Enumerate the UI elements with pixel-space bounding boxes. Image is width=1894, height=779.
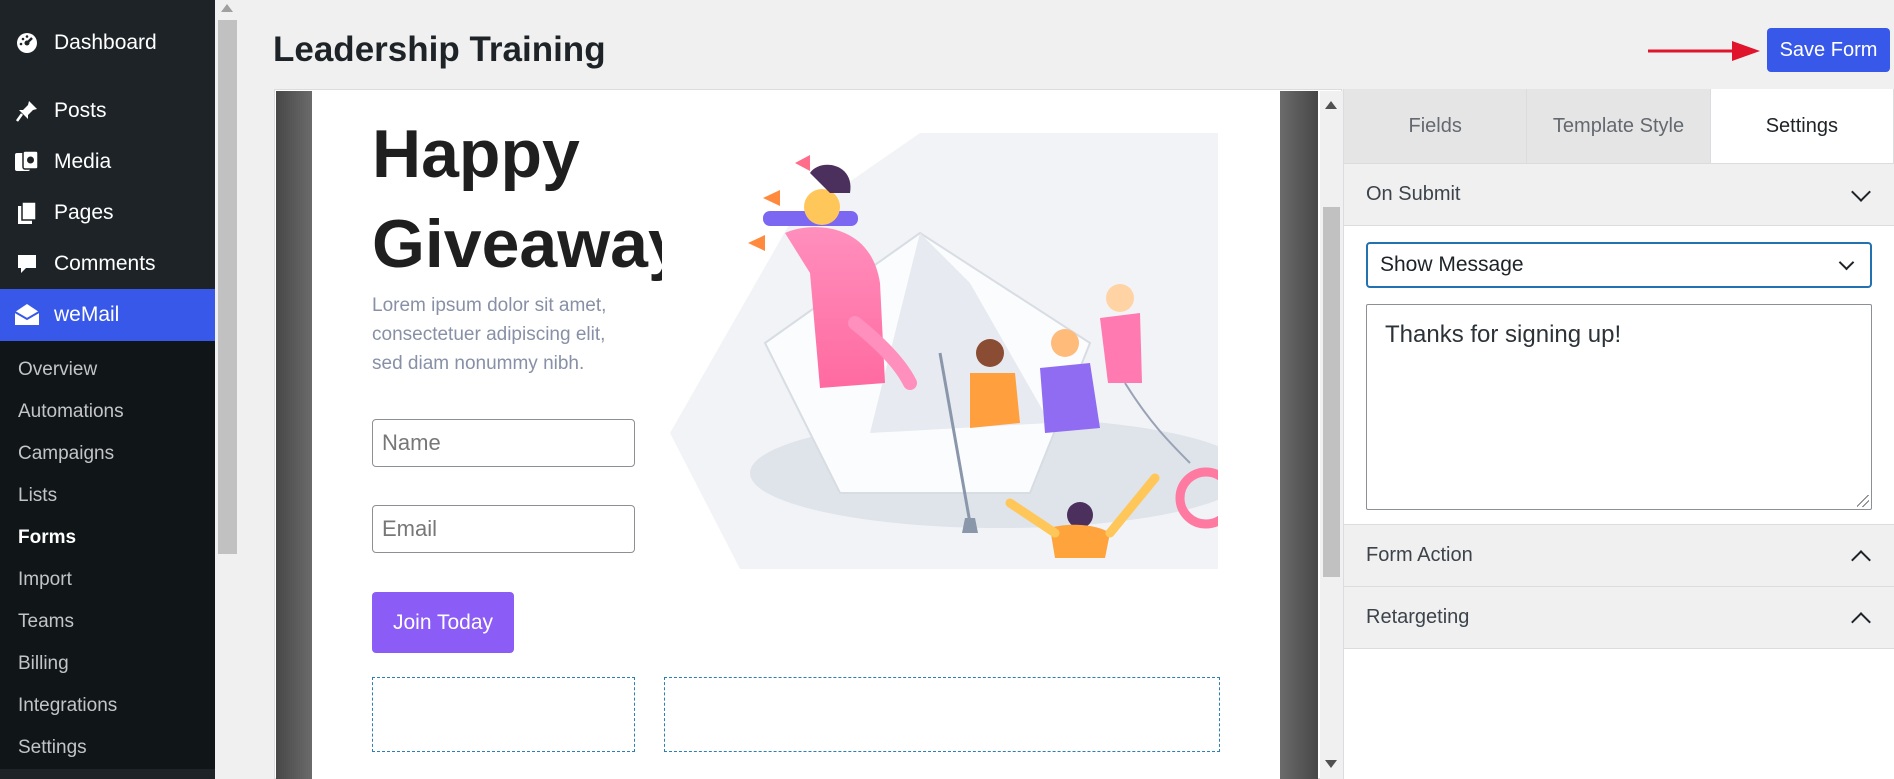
menu-pages-label: Pages	[54, 200, 114, 224]
tab-template-style[interactable]: Template Style	[1527, 89, 1711, 163]
submenu-campaigns[interactable]: Campaigns	[0, 433, 215, 475]
mail-icon	[14, 302, 40, 328]
save-form-button[interactable]: Save Form	[1767, 28, 1890, 72]
menu-media-label: Media	[54, 149, 112, 173]
success-message-textarea[interactable]: Thanks for signing up!	[1366, 304, 1872, 510]
on-submit-title: On Submit	[1366, 183, 1461, 205]
canvas-shadow-left	[276, 91, 312, 779]
page-scrollbar-thumb[interactable]	[218, 20, 237, 554]
success-message-text: Thanks for signing up!	[1385, 321, 1622, 348]
menu-posts[interactable]: Posts	[0, 85, 215, 136]
form-headline: Happy Giveaway	[372, 109, 662, 289]
chevron-up-icon	[1851, 611, 1871, 632]
email-field[interactable]: Email	[372, 505, 635, 553]
media-icon	[14, 149, 40, 175]
chevron-up-icon	[1851, 549, 1871, 570]
menu-dashboard-label: Dashboard	[54, 30, 157, 54]
empty-drop-zone-right[interactable]	[664, 677, 1220, 752]
canvas-scrollbar-thumb[interactable]	[1323, 207, 1340, 577]
form-description: Lorem ipsum dolor sit amet, consectetuer…	[372, 295, 607, 374]
form-preview: Happy Giveaway Lorem ipsum dolor sit ame…	[312, 91, 1280, 779]
chevron-down-icon	[1851, 181, 1871, 202]
scroll-up-arrow-icon[interactable]	[221, 4, 233, 12]
canvas-scroll-down-icon[interactable]	[1325, 760, 1337, 768]
dashboard-icon	[14, 30, 40, 56]
annotation-arrow-icon	[1648, 41, 1760, 61]
form-action-title: Form Action	[1366, 544, 1473, 566]
submenu-settings[interactable]: Settings	[0, 727, 215, 769]
submenu-forms[interactable]: Forms	[0, 517, 215, 559]
pin-icon	[14, 98, 40, 124]
canvas-scrollbar[interactable]	[1320, 91, 1342, 779]
menu-comments-label: Comments	[54, 251, 156, 275]
settings-panel: Fields Template Style Settings On Submit…	[1343, 89, 1894, 779]
join-today-button[interactable]: Join Today	[372, 592, 514, 653]
tab-fields[interactable]: Fields	[1344, 89, 1528, 163]
resize-handle-icon[interactable]	[1857, 495, 1869, 507]
on-submit-section-body: Show Message Thanks for signing up!	[1344, 226, 1894, 525]
menu-posts-label: Posts	[54, 98, 107, 122]
submenu-billing[interactable]: Billing	[0, 643, 215, 685]
canvas-shadow-right	[1280, 91, 1318, 779]
menu-wemail-label: weMail	[54, 303, 120, 326]
menu-dashboard[interactable]: Dashboard	[0, 17, 215, 68]
submenu-integrations[interactable]: Integrations	[0, 685, 215, 727]
submenu-automations[interactable]: Automations	[0, 391, 215, 433]
on-submit-action-select[interactable]: Show Message	[1366, 242, 1872, 288]
wemail-submenu: Overview Automations Campaigns Lists For…	[0, 341, 215, 769]
comment-icon	[14, 251, 40, 277]
page-title: Leadership Training	[273, 30, 606, 69]
admin-sidebar: Dashboard Posts Media Pages Comments weM…	[0, 0, 215, 779]
menu-wemail[interactable]: weMail	[0, 289, 215, 341]
submenu-lists[interactable]: Lists	[0, 475, 215, 517]
panel-tabs: Fields Template Style Settings	[1344, 89, 1894, 164]
headline-line-1: Happy	[372, 116, 580, 192]
submenu-import[interactable]: Import	[0, 559, 215, 601]
menu-media[interactable]: Media	[0, 136, 215, 187]
form-action-section-header[interactable]: Form Action	[1344, 525, 1894, 587]
pages-icon	[14, 200, 40, 226]
empty-drop-zone-left[interactable]	[372, 677, 635, 752]
submenu-overview[interactable]: Overview	[0, 349, 215, 391]
menu-pages[interactable]: Pages	[0, 187, 215, 238]
name-field[interactable]: Name	[372, 419, 635, 467]
retargeting-title: Retargeting	[1366, 606, 1470, 628]
giveaway-illustration	[670, 133, 1218, 569]
tab-settings[interactable]: Settings	[1710, 89, 1894, 163]
retargeting-section-header[interactable]: Retargeting	[1344, 587, 1894, 649]
submenu-teams[interactable]: Teams	[0, 601, 215, 643]
on-submit-action-value: Show Message	[1380, 253, 1524, 276]
headline-line-2: Giveaway	[372, 206, 662, 282]
page-scrollbar[interactable]	[215, 0, 240, 779]
menu-comments[interactable]: Comments	[0, 238, 215, 289]
on-submit-section-header[interactable]: On Submit	[1344, 164, 1894, 226]
canvas-scroll-up-icon[interactable]	[1325, 101, 1337, 109]
chevron-down-icon	[1838, 254, 1855, 270]
